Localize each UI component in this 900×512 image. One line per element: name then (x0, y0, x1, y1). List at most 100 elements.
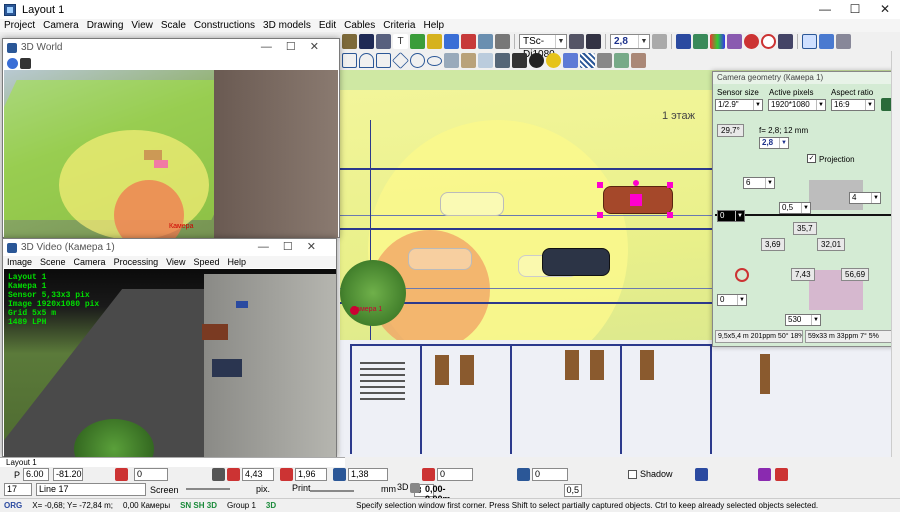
video-scene[interactable]: Layout 1 Камера 1 Sensor 5,33x3 pix Imag… (4, 269, 336, 457)
cube-icon[interactable] (758, 468, 771, 481)
cable-icon[interactable] (512, 53, 527, 68)
monitor-icon[interactable] (676, 34, 691, 49)
palette-icon[interactable] (710, 34, 725, 49)
screen-slider[interactable] (186, 488, 230, 490)
print-slider[interactable] (310, 490, 354, 492)
zoom-in-icon[interactable] (614, 53, 629, 68)
p-y-field[interactable]: -81.20 (53, 468, 84, 481)
menu-view[interactable]: View (127, 20, 157, 31)
box-icon[interactable] (775, 468, 788, 481)
min-height-select[interactable]: 0,5 ▼ (779, 202, 811, 214)
angle-value[interactable]: 29,7° (717, 124, 744, 137)
vehicle-icon[interactable] (695, 468, 708, 481)
camera-model-select[interactable]: TSc-Di1080▼ (519, 34, 567, 60)
height-field[interactable]: 1,96 (295, 468, 328, 481)
menu-scale[interactable]: Scale (157, 20, 190, 31)
text-icon[interactable]: T (393, 34, 408, 49)
select-icon[interactable] (802, 34, 817, 49)
refresh-icon[interactable] (819, 34, 834, 49)
video-menu-image[interactable]: Image (3, 257, 36, 267)
rotate-camera-icon[interactable] (735, 268, 749, 282)
ellipse-icon[interactable] (427, 55, 442, 66)
selection-handle[interactable] (597, 182, 603, 188)
video-menu-processing[interactable]: Processing (110, 257, 163, 267)
stop-icon[interactable] (744, 34, 759, 49)
selection-handle[interactable] (597, 212, 603, 218)
menu-camera[interactable]: Camera (39, 20, 83, 31)
sensor-size-select[interactable]: 1/2.9" ▼ (715, 99, 763, 111)
focal-select[interactable]: 2,8 ▼ (759, 137, 789, 149)
car-icon[interactable] (359, 34, 374, 49)
angle-icon[interactable] (115, 468, 129, 481)
menu-constructions[interactable]: Constructions (190, 20, 259, 31)
circle-icon[interactable] (410, 53, 425, 68)
width-icon[interactable] (227, 468, 241, 481)
selection-handle[interactable] (667, 182, 673, 188)
minimize-button[interactable]: — (810, 0, 840, 19)
rectangle-icon[interactable] (376, 53, 391, 68)
projection-checkbox[interactable]: ✓ (807, 154, 816, 163)
target-height-select[interactable]: 4 ▼ (849, 192, 881, 204)
layer-number-select[interactable]: 17 (4, 483, 32, 496)
zoom-icon[interactable] (652, 34, 667, 49)
video-menu-speed[interactable]: Speed (189, 257, 223, 267)
menu-edit[interactable]: Edit (315, 20, 340, 31)
door-icon[interactable] (461, 53, 476, 68)
checkbox-icon[interactable] (212, 468, 226, 481)
person-red-icon[interactable] (461, 34, 476, 49)
pointer-icon[interactable] (778, 34, 793, 49)
lock-icon[interactable] (836, 34, 851, 49)
video-menu-scene[interactable]: Scene (36, 257, 70, 267)
color-field[interactable]: 0 (437, 468, 474, 481)
person-green-icon[interactable] (410, 34, 425, 49)
walk-icon[interactable] (517, 468, 531, 481)
cursor-icon[interactable] (20, 57, 31, 69)
print-icon[interactable] (569, 34, 584, 49)
move-icon[interactable] (376, 34, 391, 49)
focal-select[interactable]: 2,8 ▼ (610, 34, 650, 49)
world-scene[interactable]: Камера (4, 70, 338, 238)
color-icon[interactable] (422, 468, 436, 481)
aspect-ratio-select[interactable]: 16:9 ▼ (831, 99, 875, 111)
person-yellow-icon[interactable] (427, 34, 442, 49)
target-icon[interactable] (761, 34, 776, 49)
3d-icon[interactable] (410, 483, 420, 493)
p-x-field[interactable]: 6.00 (23, 468, 50, 481)
menu-criteria[interactable]: Criteria (379, 20, 419, 31)
menu-help[interactable]: Help (419, 20, 448, 31)
image-icon[interactable] (478, 34, 493, 49)
chart-icon[interactable] (693, 34, 708, 49)
open-icon[interactable] (342, 34, 357, 49)
depth-icon[interactable] (333, 468, 347, 481)
selection-center-handle[interactable] (630, 194, 642, 206)
tilt-select[interactable]: 0 ▼ (717, 294, 747, 306)
person-blue-icon[interactable] (444, 34, 459, 49)
spline-icon[interactable] (342, 53, 357, 68)
depth-field[interactable]: 1,38 (348, 468, 389, 481)
layout-tab[interactable]: Layout 1 (0, 457, 345, 467)
measure-icon[interactable] (563, 53, 578, 68)
video-menu-help[interactable]: Help (223, 257, 250, 267)
arc-icon[interactable] (359, 53, 374, 68)
layers-icon[interactable] (495, 34, 510, 49)
video-menu-view[interactable]: View (162, 257, 189, 267)
hatch-icon[interactable] (580, 53, 595, 68)
pan-icon[interactable] (597, 53, 612, 68)
menu-3d-models[interactable]: 3D models (259, 20, 315, 31)
close-button[interactable]: ✕ (870, 0, 900, 19)
world-window-controls[interactable]: —☐✕ (261, 40, 333, 53)
stairs-icon[interactable] (495, 53, 510, 68)
polygon-icon[interactable] (392, 52, 409, 69)
lens-icon[interactable] (586, 34, 601, 49)
walker-icon[interactable] (529, 53, 544, 68)
print-field[interactable]: 0,5 (563, 484, 582, 497)
pixel-density-select[interactable]: 530 ▼ (785, 314, 821, 326)
width-field[interactable]: 4,43 (242, 468, 275, 481)
active-pixels-select[interactable]: 1920*1080 ▼ (768, 99, 826, 111)
layer-name-select[interactable]: Line 17 (36, 483, 146, 496)
grid-icon[interactable] (727, 34, 742, 49)
walk-field[interactable]: 0 (532, 468, 569, 481)
rotate-icon[interactable] (7, 57, 18, 69)
zoom-out-icon[interactable] (631, 53, 646, 68)
selection-handle[interactable] (667, 212, 673, 218)
